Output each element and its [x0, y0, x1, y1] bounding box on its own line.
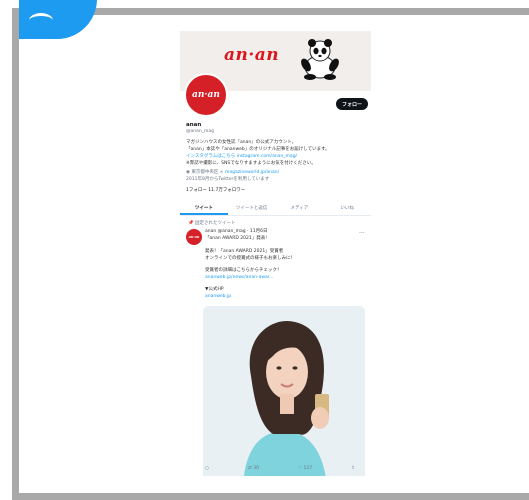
tab-media[interactable]: メディア	[276, 202, 324, 215]
profile-tabs: ツイート ツイートと返信 メディア いいね	[180, 202, 371, 216]
tweet-line: 発表！「anan AWARD 2021」受賞者	[205, 249, 284, 254]
like-icon: ♡	[298, 466, 303, 471]
profile-screenshot: an·an an·an フォロー anan @anan_mag マガジンハウスの…	[180, 31, 371, 476]
tweet-line: ▼公式HP	[205, 287, 224, 292]
retweet-icon: ⇄	[248, 466, 252, 471]
tweet-quote: 「anan AWARD 2021」発表!	[205, 236, 268, 241]
panda-icon	[301, 39, 339, 80]
bio-line: 「anan」本誌や「ananweb」のオリジナル記事をお届けしています。	[186, 147, 330, 152]
profile-name: anan	[186, 122, 202, 128]
tweet-avatar[interactable]: an·an	[186, 229, 202, 245]
tweet-header: anan @anan_mag · 11月6日	[205, 229, 268, 234]
pin-icon: 📌	[188, 221, 196, 226]
like-button[interactable]: ♡ 127	[298, 466, 312, 471]
share-button[interactable]: ⇪	[351, 466, 355, 471]
tweet-photo[interactable]	[203, 306, 365, 476]
joined-text: 2011年8月からTwitterを利用しています	[186, 177, 270, 182]
woman-portrait-image	[203, 306, 365, 476]
location-text: 東京都中央区	[191, 170, 219, 175]
tab-tweets-replies[interactable]: ツイートと返信	[228, 202, 276, 215]
tweet-link[interactable]: ananweb.jp	[205, 294, 231, 300]
follow-stats[interactable]: 1フォロー 11.7万フォロワー	[186, 188, 245, 194]
bio-line: マガジンハウスの女性誌『anan』の公式アカウント。	[186, 140, 297, 145]
follow-button[interactable]: フォロー	[336, 98, 368, 110]
tab-tweets[interactable]: ツイート	[180, 202, 228, 215]
retweet-button[interactable]: ⇄ 30	[248, 466, 259, 471]
reply-icon: ○	[205, 466, 209, 471]
bio-line-link[interactable]: インスタグラムはこちら instagram.com/anan_mag/	[186, 154, 297, 160]
tweet-line: 受賞者の詳細はこちらからチェック！	[205, 268, 282, 273]
website-link[interactable]: magazineworld.jp/anan/	[225, 170, 279, 175]
twitter-corner-icon	[19, 0, 97, 39]
tweet-avatar-text: an·an	[188, 235, 200, 239]
avatar-logo-text: an·an	[192, 90, 220, 100]
bio-line: ※弊誌や撮影に、SNSでなりすますようにお気を付けください。	[186, 161, 316, 166]
pinned-label: 📌 固定されたツイート	[188, 221, 236, 226]
reply-button[interactable]: ○	[205, 466, 209, 471]
share-icon: ⇪	[351, 466, 355, 471]
location-website-row: ◉ 東京都中央区 ∞ magazineworld.jp/anan/	[186, 170, 279, 176]
tab-likes[interactable]: いいね	[323, 202, 371, 215]
tweet-line: オンラインでの授賞式の様子もお楽しみに！	[205, 256, 295, 261]
more-options-icon[interactable]: ···	[359, 230, 365, 237]
brand-logo: an·an	[224, 45, 280, 65]
profile-avatar[interactable]: an·an	[184, 73, 228, 117]
tweet-link[interactable]: ananweb.jp/news/anan-awar...	[205, 275, 274, 281]
frame-bottom-border	[12, 493, 529, 500]
tweet-actions: ○ ⇄ 30 ♡ 127 ⇪	[205, 466, 355, 471]
profile-handle: @anan_mag	[186, 129, 214, 134]
